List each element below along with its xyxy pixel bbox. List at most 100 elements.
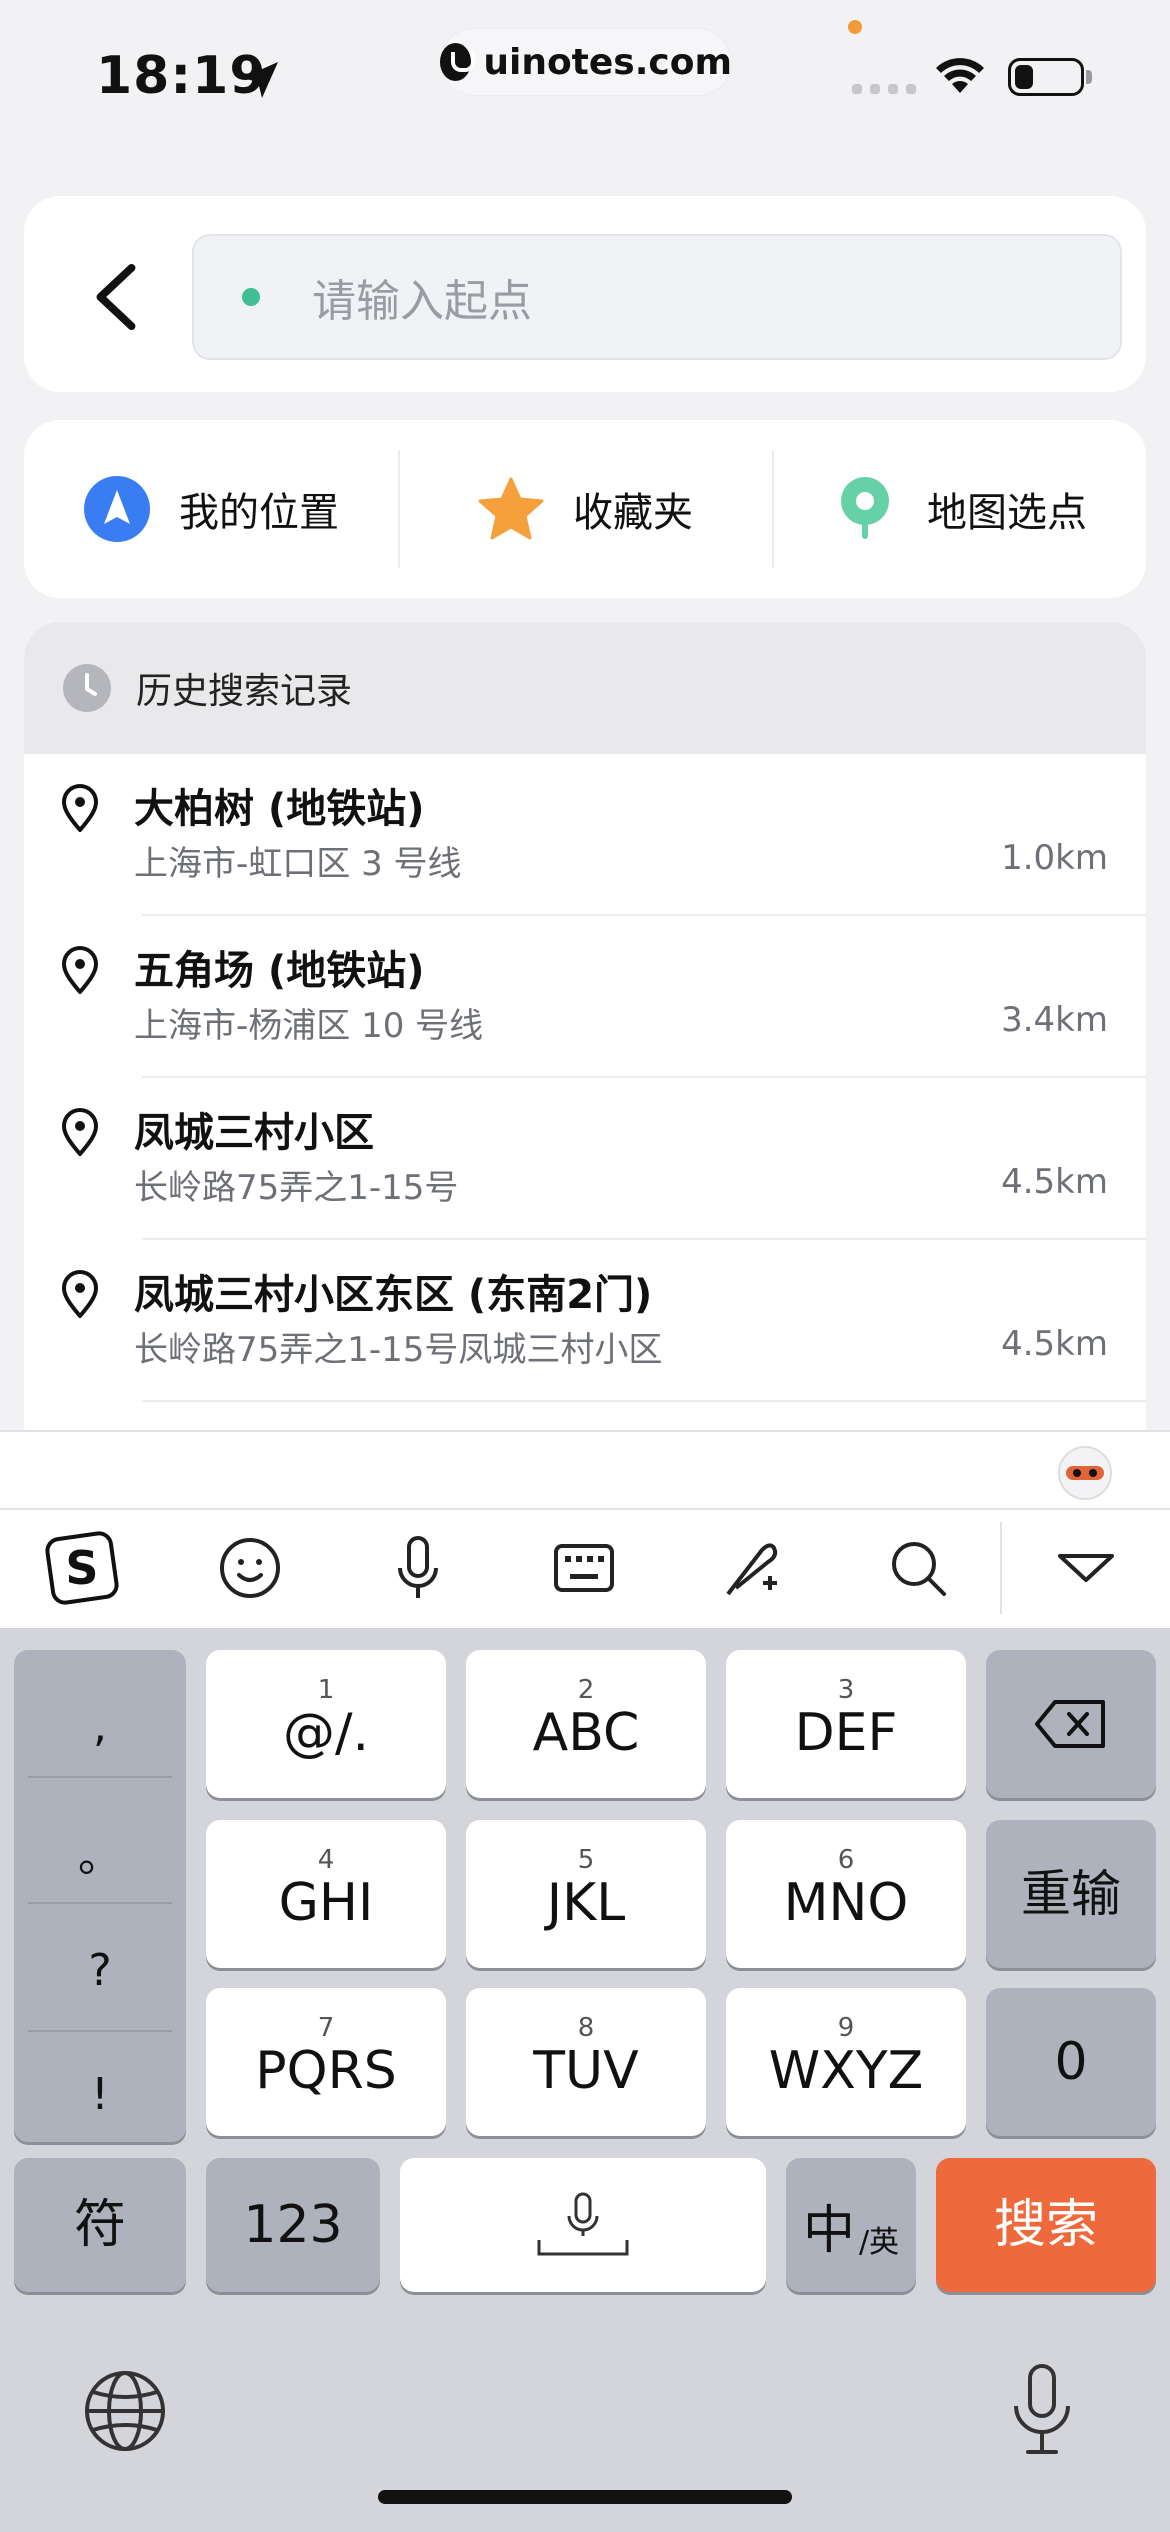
key-number: 4	[317, 1845, 335, 1875]
location-arrow-icon	[242, 62, 278, 98]
punct-key-question[interactable]: ?	[24, 1908, 176, 2032]
map-pin-select-icon	[841, 477, 889, 539]
my-location-option[interactable]: 我的位置	[24, 420, 398, 598]
origin-input[interactable]: 请输入起点	[192, 234, 1122, 360]
location-pin-icon	[61, 946, 99, 994]
key-7[interactable]: 7 PQRS	[206, 1988, 446, 2136]
punct-divider	[28, 1776, 172, 1778]
origin-dot-icon	[242, 288, 260, 306]
key-6[interactable]: 6 MNO	[726, 1820, 966, 1968]
toolbar-divider	[1000, 1522, 1002, 1614]
history-item-subtitle: 上海市-杨浦区 10 号线	[134, 1006, 484, 1046]
battery-icon	[1008, 58, 1084, 96]
key-2[interactable]: 2 ABC	[466, 1650, 706, 1798]
history-item[interactable]: 凤城三村小区东区 (东南2门) 长岭路75弄之1-15号凤城三村小区 4.5km	[24, 1240, 1146, 1402]
history-item-title: 大柏树 (地铁站)	[134, 786, 425, 832]
keyboard-suggestion-bar	[0, 1430, 1170, 1510]
location-pin-icon	[61, 1270, 99, 1318]
home-indicator[interactable]	[378, 2490, 792, 2504]
quick-options: 我的位置 收藏夹 地图选点	[24, 420, 1146, 598]
keyboard-layout-icon[interactable]	[544, 1528, 624, 1608]
sogou-logo-icon[interactable]: S	[42, 1528, 122, 1608]
search-key[interactable]: 搜索	[936, 2158, 1156, 2292]
favorites-option[interactable]: 收藏夹	[398, 420, 772, 598]
key-5[interactable]: 5 JKL	[466, 1820, 706, 1968]
key-8[interactable]: 8 TUV	[466, 1988, 706, 2136]
history-item-subtitle: 上海市-虹口区 3 号线	[134, 844, 462, 884]
hide-keyboard-icon[interactable]	[1046, 1528, 1126, 1608]
history-title: 历史搜索记录	[136, 671, 353, 712]
lang-main-label: 中	[802, 2200, 855, 2261]
location-pin-icon	[61, 1108, 99, 1156]
key-3[interactable]: 3 DEF	[726, 1650, 966, 1798]
privacy-indicator	[848, 20, 862, 34]
battery-tip	[1086, 70, 1092, 84]
key-number: 1	[317, 1675, 335, 1705]
svg-text:S: S	[65, 1541, 98, 1595]
dictation-mic-icon[interactable]	[1006, 2362, 1078, 2458]
key-number: 7	[317, 2013, 335, 2043]
key-1[interactable]: 1 @/.	[206, 1650, 446, 1798]
history-item[interactable]: 凤城三村小区 长岭路75弄之1-15号 4.5km	[24, 1078, 1146, 1240]
space-mic-icon	[537, 2192, 629, 2256]
cellular-signal-icon	[852, 84, 916, 94]
url-text: uinotes.com	[483, 41, 732, 83]
key-4[interactable]: 4 GHI	[206, 1820, 446, 1968]
favorites-label: 收藏夹	[573, 490, 693, 536]
history-item-title: 凤城三村小区东区 (东南2门)	[134, 1272, 653, 1318]
language-toggle-key[interactable]: 中 /英	[786, 2158, 916, 2292]
handwriting-icon[interactable]	[712, 1528, 792, 1608]
punct-key-period[interactable]: 。	[24, 1790, 176, 1914]
key-number: 8	[577, 2013, 595, 2043]
key-label: TUV	[533, 2041, 639, 2101]
history-panel: 历史搜索记录 大柏树 (地铁站) 上海市-虹口区 3 号线 1.0km 五角场 …	[24, 622, 1146, 1430]
key-label: ABC	[532, 1703, 640, 1763]
key-label: @/.	[282, 1703, 370, 1763]
key-0[interactable]: 0	[986, 1988, 1156, 2136]
punct-key-exclaim[interactable]: !	[24, 2032, 176, 2156]
numeric-key[interactable]: 123	[206, 2158, 380, 2292]
key-number: 6	[837, 1845, 855, 1875]
globe-icon[interactable]	[82, 2368, 168, 2454]
search-icon[interactable]	[878, 1528, 958, 1608]
key-number: 2	[577, 1675, 595, 1705]
wifi-icon	[936, 58, 984, 93]
key-label: MNO	[783, 1873, 909, 1933]
backspace-key[interactable]	[986, 1650, 1156, 1798]
history-item-title: 五角场 (地铁站)	[134, 948, 425, 994]
back-chevron-icon[interactable]	[84, 262, 148, 332]
keyboard-mascot-icon[interactable]	[1054, 1440, 1116, 1502]
map-select-label: 地图选点	[927, 490, 1087, 536]
history-header: 历史搜索记录	[24, 622, 1146, 754]
history-item[interactable]: 大柏树 (地铁站) 上海市-虹口区 3 号线 1.0km	[24, 754, 1146, 916]
key-number: 9	[837, 2013, 855, 2043]
url-pill[interactable]: uinotes.com	[440, 28, 732, 96]
backspace-icon	[1035, 1700, 1105, 1748]
punct-key-comma[interactable]: ,	[24, 1664, 176, 1788]
key-number: 3	[837, 1675, 855, 1705]
origin-placeholder: 请输入起点	[312, 276, 532, 327]
key-label: DEF	[794, 1703, 898, 1763]
history-item-distance: 4.5km	[1001, 1162, 1108, 1202]
history-item-subtitle: 长岭路75弄之1-15号凤城三村小区	[134, 1330, 663, 1370]
history-item-distance: 3.4km	[1001, 1000, 1108, 1040]
reset-key[interactable]: 重输	[986, 1820, 1156, 1968]
key-label: PQRS	[255, 2041, 397, 2101]
history-item-distance: 4.5km	[1001, 1324, 1108, 1364]
clock-icon	[63, 664, 111, 712]
my-location-label: 我的位置	[179, 490, 339, 536]
voice-input-icon[interactable]	[378, 1528, 458, 1608]
lang-sub-label: /英	[858, 2225, 900, 2260]
key-number: 5	[577, 1845, 595, 1875]
emoji-icon[interactable]	[210, 1528, 290, 1608]
key-9[interactable]: 9 WXYZ	[726, 1988, 966, 2136]
key-label: GHI	[278, 1873, 374, 1933]
history-item[interactable]: 五角场 (地铁站) 上海市-杨浦区 10 号线 3.4km	[24, 916, 1146, 1078]
star-icon	[478, 477, 544, 540]
search-key-label: 搜索	[993, 2195, 1098, 2255]
navigation-arrow-icon	[84, 476, 150, 542]
history-item-subtitle: 长岭路75弄之1-15号	[134, 1168, 459, 1208]
map-select-option[interactable]: 地图选点	[772, 420, 1146, 598]
space-key[interactable]	[400, 2158, 766, 2292]
symbol-key[interactable]: 符	[14, 2158, 186, 2292]
